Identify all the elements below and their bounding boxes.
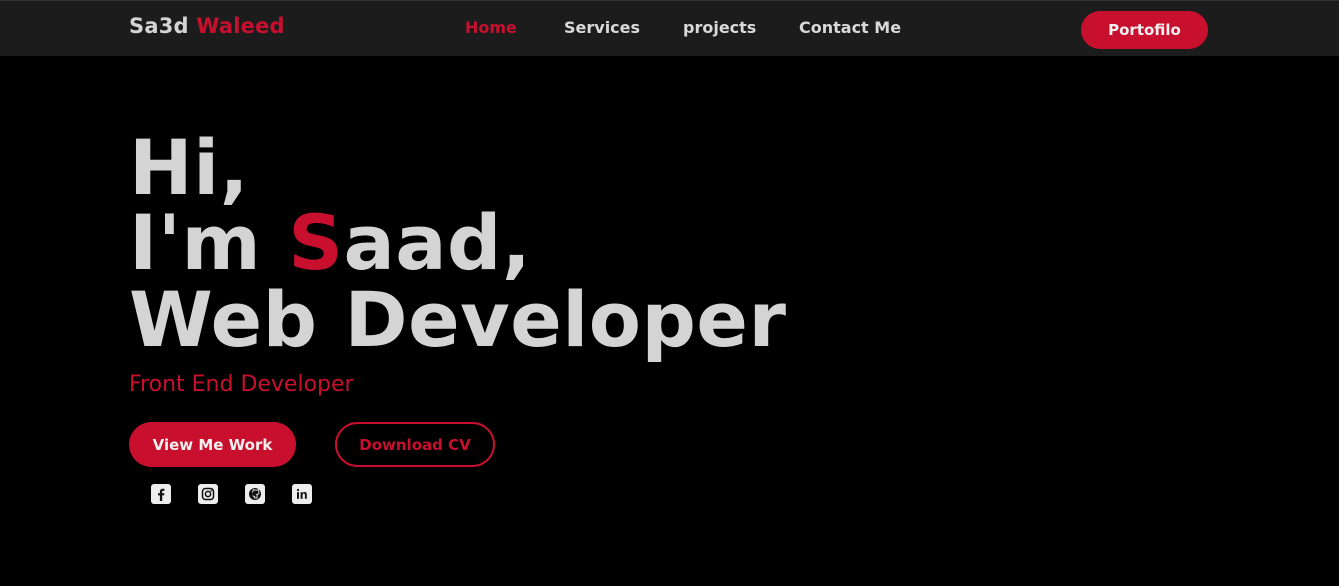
nav-link-projects[interactable]: projects <box>683 18 756 37</box>
hero-name-line: I'm Saad, <box>129 205 531 281</box>
instagram-icon[interactable] <box>198 484 218 504</box>
brand-first-name: Sa3d <box>129 14 189 38</box>
hero-greeting: Hi, <box>129 123 250 212</box>
navbar: Sa3d Waleed Home Services projects Conta… <box>0 0 1339 56</box>
portfolio-button[interactable]: Portofilo <box>1081 11 1208 49</box>
facebook-icon[interactable] <box>151 484 171 504</box>
view-work-button[interactable]: View Me Work <box>129 422 296 467</box>
brand-logo[interactable]: Sa3d Waleed <box>129 14 285 38</box>
hero-name-accent-letter: S <box>288 198 344 287</box>
nav-link-home[interactable]: Home <box>465 18 517 37</box>
hero-subtitle: Front End Developer <box>129 372 354 397</box>
brand-last-name: Waleed <box>196 14 285 38</box>
nav-link-contact[interactable]: Contact Me <box>799 18 901 37</box>
nav-link-services[interactable]: Services <box>564 18 640 37</box>
hero-name-prefix: I'm <box>129 198 289 287</box>
github-icon[interactable] <box>245 484 265 504</box>
download-cv-button[interactable]: Download CV <box>335 422 495 467</box>
hero-role: Web Developer <box>129 275 787 364</box>
linkedin-icon[interactable] <box>292 484 312 504</box>
hero-name-suffix: aad, <box>343 198 532 287</box>
